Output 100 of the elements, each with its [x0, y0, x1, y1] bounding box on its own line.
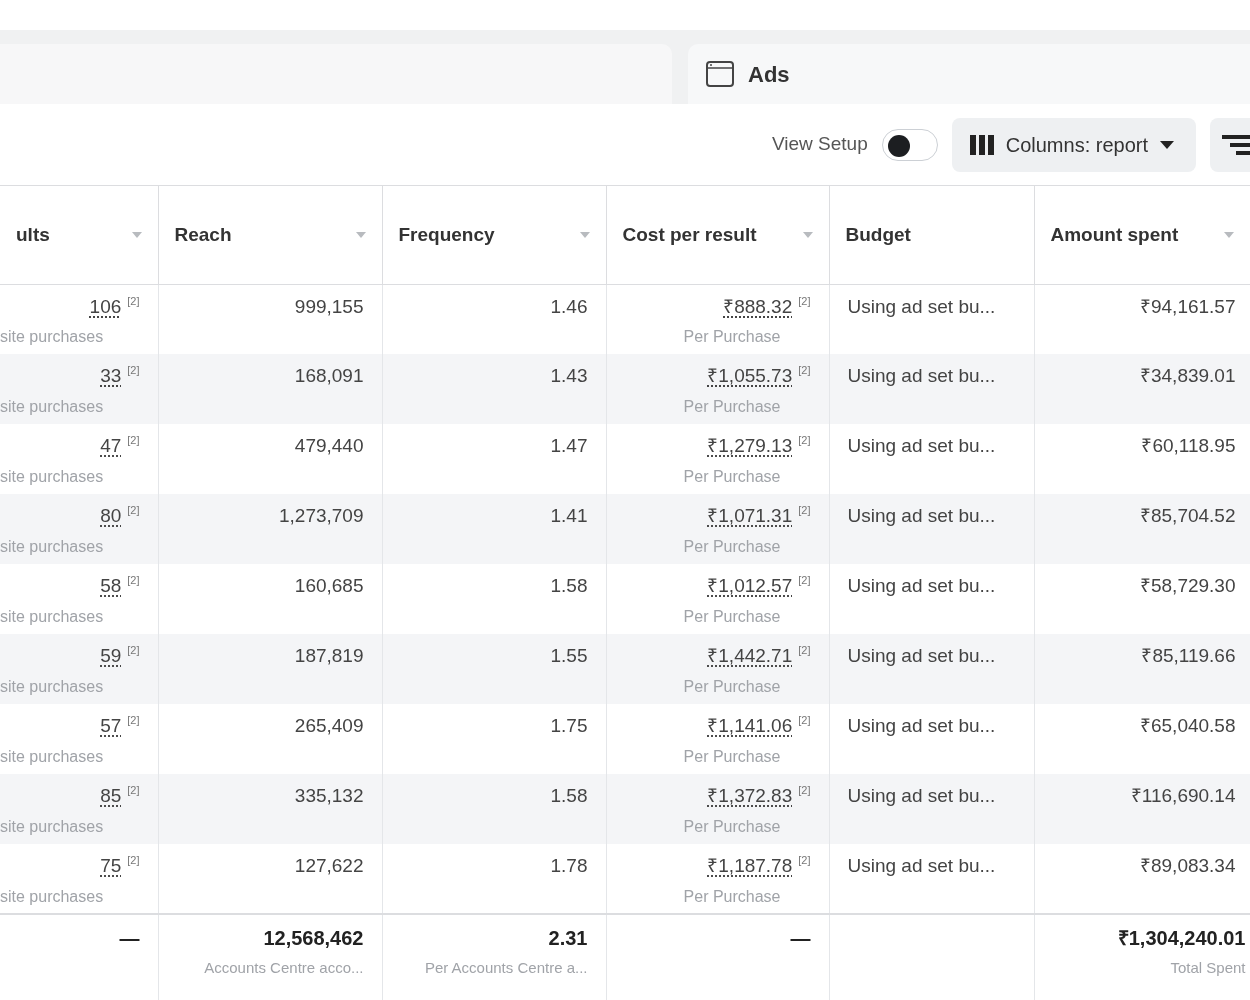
sort-icon[interactable]: [131, 231, 142, 238]
result-type: site purchases: [0, 536, 104, 557]
column-header[interactable]: Amount spent: [1050, 220, 1179, 249]
total-value: 2.31: [548, 927, 588, 949]
footnote-mark: [2]: [127, 364, 140, 376]
results-link[interactable]: 80: [100, 505, 122, 526]
results-link[interactable]: 33: [100, 365, 122, 386]
cost-link[interactable]: ₹1,187.78: [707, 855, 793, 876]
table-cell: ₹116,690.14: [1130, 785, 1236, 806]
total-label: Accounts Centre acco...: [204, 958, 364, 978]
table-cell: ₹89,083.34: [1139, 855, 1236, 876]
table-cell: 999,155: [294, 295, 364, 317]
table-cell: ₹34,839.01: [1139, 365, 1236, 386]
results-link[interactable]: 59: [100, 645, 122, 666]
footnote-mark: [2]: [798, 434, 811, 446]
result-type: Per Purchase: [683, 676, 781, 697]
sort-icon[interactable]: [1223, 231, 1234, 238]
footnote-mark: [2]: [127, 784, 140, 796]
result-type: site purchases: [0, 327, 104, 347]
results-link[interactable]: 57: [100, 715, 122, 736]
table-cell: 1.75: [550, 715, 588, 736]
result-type: Per Purchase: [683, 327, 781, 347]
table-cell: 1.55: [550, 645, 588, 666]
sort-icon[interactable]: [579, 231, 590, 238]
result-type: Per Purchase: [683, 466, 781, 487]
cost-link[interactable]: ₹1,012.57: [707, 575, 793, 596]
result-type: Per Purchase: [683, 746, 781, 767]
footnote-mark: [2]: [798, 714, 811, 726]
total-label: Per Accounts Centre a...: [424, 958, 588, 978]
table-cell: 160,685: [294, 575, 364, 596]
breakdown-button[interactable]: [1210, 117, 1250, 172]
table-cell: 265,409: [294, 715, 364, 736]
result-type: site purchases: [0, 746, 104, 767]
result-type: Per Purchase: [683, 536, 781, 557]
table-cell: 1.46: [550, 295, 588, 317]
column-header[interactable]: Cost per result: [622, 220, 757, 249]
result-type: site purchases: [0, 396, 104, 417]
ads-tab[interactable]: Ads: [688, 44, 1250, 104]
table-cell: Using ad set bu...: [847, 785, 996, 806]
column-header[interactable]: Reach: [174, 220, 232, 249]
table-cell: Using ad set bu...: [847, 435, 996, 456]
table-cell: 1.58: [550, 785, 588, 806]
total-value: ₹1,304,240.01: [1117, 927, 1246, 949]
table-cell: 187,819: [294, 645, 364, 666]
columns-icon: [969, 134, 994, 155]
results-link[interactable]: 85: [100, 785, 122, 806]
cost-link[interactable]: ₹1,279.13: [707, 435, 793, 456]
table-cell: Using ad set bu...: [847, 365, 996, 386]
result-type: site purchases: [0, 816, 104, 837]
column-header[interactable]: ults: [16, 220, 50, 249]
table-cell: 1.78: [550, 855, 588, 876]
cost-link[interactable]: ₹1,372.83: [707, 785, 793, 806]
column-header[interactable]: Budget: [845, 220, 911, 249]
window-icon: [706, 61, 734, 87]
result-type: Per Purchase: [683, 396, 781, 417]
table-cell: 335,132: [294, 785, 364, 806]
footnote-mark: [2]: [127, 294, 140, 307]
column-header[interactable]: Frequency: [398, 220, 495, 249]
columns-button[interactable]: Columns: report: [951, 117, 1196, 172]
table-cell: 1,273,709: [278, 505, 364, 526]
cost-link[interactable]: ₹1,442.71: [707, 645, 793, 666]
table-cell: Using ad set bu...: [847, 505, 996, 526]
table-cell: ₹65,040.58: [1139, 715, 1236, 736]
cost-link[interactable]: ₹1,055.73: [707, 365, 793, 386]
results-link[interactable]: 106: [89, 295, 122, 317]
result-type: site purchases: [0, 676, 104, 697]
results-link[interactable]: 58: [100, 575, 122, 596]
footnote-mark: [2]: [127, 434, 140, 446]
table-cell: 168,091: [294, 365, 364, 386]
footnote-mark: [2]: [127, 644, 140, 656]
result-type: site purchases: [0, 466, 104, 487]
sort-icon[interactable]: [802, 231, 813, 238]
table-cell: 1.58: [550, 575, 588, 596]
table-cell: Using ad set bu...: [847, 295, 996, 317]
cost-link[interactable]: ₹1,071.31: [707, 505, 793, 526]
table-cell: Using ad set bu...: [847, 575, 996, 596]
footnote-mark: [2]: [798, 364, 811, 376]
table-cell: ₹94,161.57: [1139, 295, 1236, 317]
view-setup-toggle[interactable]: [881, 128, 938, 161]
result-type: Per Purchase: [683, 886, 781, 907]
footnote-mark: [2]: [127, 574, 140, 586]
caret-icon: [1160, 140, 1174, 149]
footnote-mark: [2]: [798, 574, 811, 586]
footnote-mark: [2]: [127, 504, 140, 516]
total-label: Total Spent: [1170, 958, 1246, 978]
cost-link[interactable]: ₹1,141.06: [707, 715, 793, 736]
table-cell: 1.47: [550, 435, 588, 456]
result-type: Per Purchase: [683, 606, 781, 627]
footnote-mark: [2]: [127, 714, 140, 726]
footnote-mark: [2]: [798, 504, 811, 516]
table-cell: 479,440: [294, 435, 364, 456]
cost-link[interactable]: ₹888.32: [723, 295, 793, 317]
result-type: site purchases: [0, 606, 104, 627]
sort-icon[interactable]: [355, 231, 366, 238]
table-cell: ₹85,704.52: [1139, 505, 1236, 526]
results-link[interactable]: 47: [100, 435, 122, 456]
total-value: —: [790, 927, 811, 949]
results-link[interactable]: 75: [100, 855, 122, 876]
table-cell: Using ad set bu...: [847, 855, 996, 876]
table-cell: 127,622: [294, 855, 364, 876]
